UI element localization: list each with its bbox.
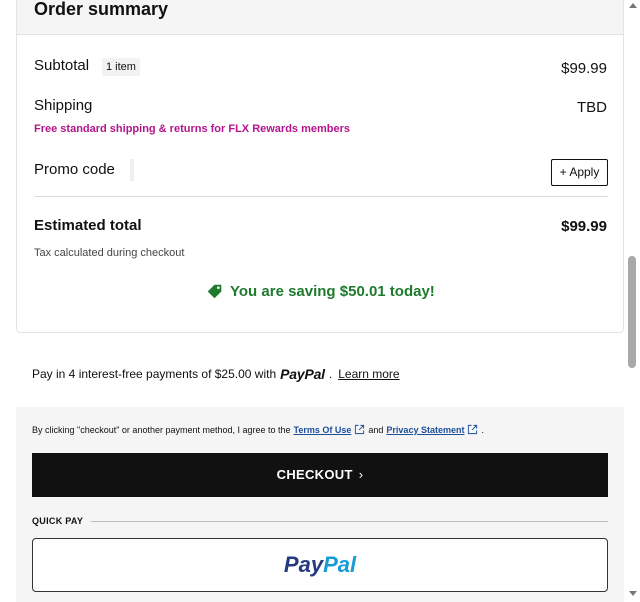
quick-pay-divider <box>91 521 608 522</box>
savings-banner: You are saving $50.01 today! <box>206 281 435 301</box>
item-count-badge: 1 item <box>102 58 140 76</box>
checkout-button[interactable]: CHECKOUT › <box>32 453 608 497</box>
scrollbar-thumb[interactable] <box>628 256 636 368</box>
shipping-rewards-note: Free standard shipping & returns for FLX… <box>34 123 351 135</box>
price-tag-icon <box>207 284 222 298</box>
summary-divider <box>34 196 608 197</box>
privacy-statement-link[interactable]: Privacy Statement <box>386 425 464 435</box>
scroll-up-arrow-icon[interactable] <box>629 3 637 8</box>
order-summary-header: Order summary <box>17 0 623 35</box>
paypal-checkout-button[interactable]: PayPal <box>32 538 608 592</box>
order-summary-title: Order summary <box>34 0 169 19</box>
checkout-button-label: CHECKOUT <box>276 467 353 482</box>
checkout-consent-text: By clicking "checkout" or another paymen… <box>32 424 484 435</box>
shipping-label: Shipping <box>34 97 93 114</box>
consent-period: . <box>481 424 484 435</box>
scroll-down-arrow-icon[interactable] <box>629 591 637 596</box>
checkout-panel: By clicking "checkout" or another paymen… <box>16 407 624 602</box>
terms-of-use-link[interactable]: Terms Of Use <box>294 425 352 435</box>
order-summary-card: Order summary Subtotal 1 item $99.99 Shi… <box>16 0 624 333</box>
subtotal-label: Subtotal <box>34 57 90 74</box>
paypal-wordmark: PayPal <box>280 366 325 382</box>
paypal-logo-pay: Pay <box>283 552 324 577</box>
consent-and: and <box>368 424 384 435</box>
external-link-icon <box>468 424 478 435</box>
paypal-offer-period: . <box>328 367 333 381</box>
estimated-total-value: $99.99 <box>561 218 607 235</box>
savings-text: You are saving $50.01 today! <box>230 282 435 300</box>
external-link-icon <box>355 424 365 435</box>
shipping-value: TBD <box>577 99 607 116</box>
paypal-pay-in-4-offer: Pay in 4 interest-free payments of $25.0… <box>32 366 400 382</box>
consent-prefix: By clicking "checkout" or another paymen… <box>32 424 291 435</box>
quick-pay-label: QUICK PAY <box>32 516 84 526</box>
learn-more-link[interactable]: Learn more <box>338 367 399 381</box>
promo-code-label: Promo code <box>34 161 115 178</box>
paypal-logo: PayPal <box>33 552 607 578</box>
paypal-offer-text: Pay in 4 interest-free payments of $25.0… <box>32 367 277 381</box>
estimated-total-label: Estimated total <box>34 217 142 234</box>
paypal-logo-pal: Pal <box>323 552 357 577</box>
tax-note: Tax calculated during checkout <box>34 247 185 259</box>
subtotal-value: $99.99 <box>561 60 607 77</box>
apply-promo-button[interactable]: + Apply <box>551 159 608 186</box>
chevron-right-icon: › <box>358 467 364 482</box>
promo-code-input[interactable] <box>130 159 134 181</box>
